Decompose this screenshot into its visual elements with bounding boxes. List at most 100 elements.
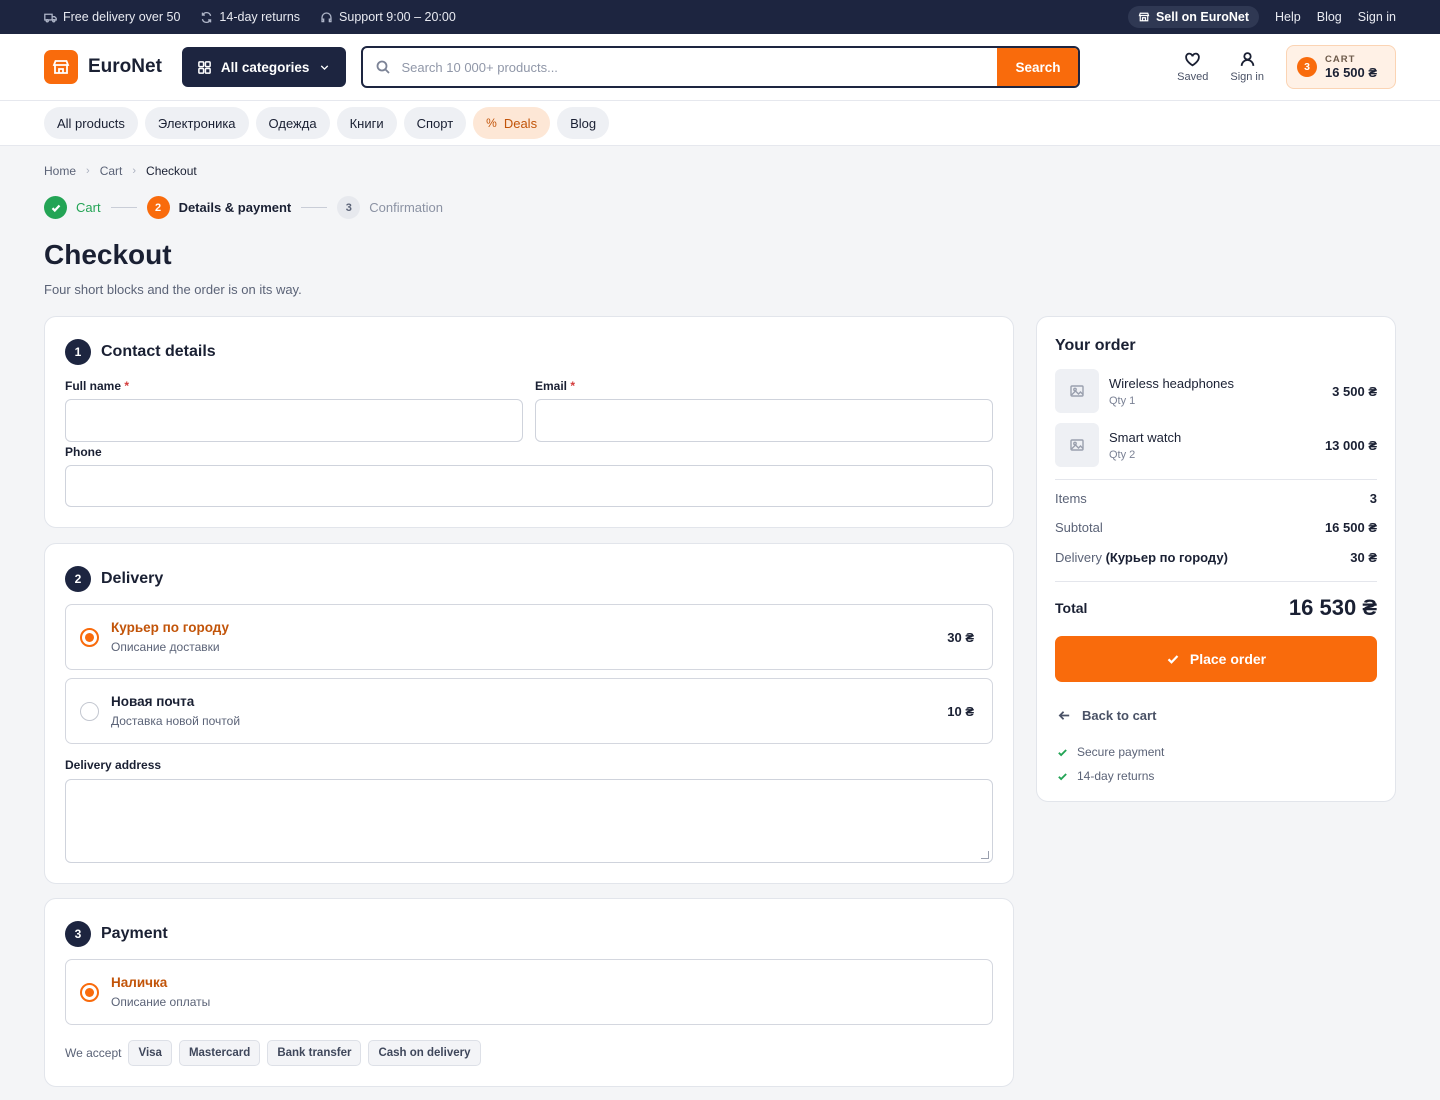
refresh-icon <box>202 11 212 23</box>
all-categories-label: All categories <box>220 59 310 75</box>
item-name: Wireless headphones <box>1109 375 1235 391</box>
delivery-option-desc: Доставка новой почтой <box>111 714 241 728</box>
subtotal-value: 16 500 ₴ <box>1324 520 1377 535</box>
saved-button[interactable]: Saved <box>1177 51 1208 83</box>
radio-selected[interactable] <box>80 982 99 1002</box>
contact-details-card: 1 Contact details Full name * Email * Ph… <box>44 316 1014 528</box>
step-details-label: Details & payment <box>178 200 292 215</box>
item-name: Smart watch <box>1109 429 1182 445</box>
check-icon <box>1058 772 1067 780</box>
nav-electronics[interactable]: Электроника <box>144 107 249 139</box>
delivery-row: Delivery (Курьер по городу) 30 ₴ <box>1055 550 1377 565</box>
subtotal-label: Subtotal <box>1055 520 1103 535</box>
logo-text: EuroNet <box>88 56 162 77</box>
cart-amount: 16 500 ₴ <box>1325 65 1378 80</box>
help-link[interactable]: Help <box>1275 10 1301 24</box>
all-categories-button[interactable]: All categories <box>181 47 347 87</box>
arrow-left-icon <box>1058 711 1070 720</box>
section-number: 2 <box>65 566 91 592</box>
headset-icon <box>321 11 332 22</box>
items-label: Items <box>1055 491 1087 506</box>
delivery-option-price: 30 ₴ <box>947 629 974 645</box>
item-qty: Qty 1 <box>1109 394 1136 407</box>
subtotal-row: Subtotal 16 500 ₴ <box>1055 520 1377 535</box>
step-number: 3 <box>337 196 361 219</box>
section-number: 1 <box>65 339 91 365</box>
search-bar: Search 10 000+ products... Search <box>361 46 1081 88</box>
image-placeholder-icon <box>1055 369 1099 413</box>
step-connector <box>301 207 328 208</box>
sell-label: Sell on EuroNet <box>1155 10 1250 24</box>
nav-blog[interactable]: Blog <box>557 107 610 139</box>
total-value: 16 530 ₴ <box>1288 595 1377 620</box>
delivery-heading: 2 Delivery <box>65 566 993 592</box>
chevron-right-icon: › <box>132 165 137 177</box>
search-placeholder: Search 10 000+ products... <box>401 59 558 75</box>
items-count-row: Items 3 <box>1055 491 1377 506</box>
nav-books[interactable]: Книги <box>336 107 397 139</box>
payment-heading: 3 Payment <box>65 921 993 947</box>
payment-method-badge: Mastercard <box>178 1040 261 1066</box>
email-label: Email * <box>535 379 576 393</box>
order-summary: Your order Wireless headphones Qty 1 3 5… <box>1036 316 1396 802</box>
blog-link[interactable]: Blog <box>1317 10 1342 24</box>
logo[interactable]: EuroNet <box>44 50 162 84</box>
order-summary-title: Your order <box>1055 337 1136 354</box>
full-name-field[interactable] <box>65 399 523 442</box>
section-title: Contact details <box>101 343 216 360</box>
breadcrumb-cart[interactable]: Cart <box>100 164 123 178</box>
truck-icon <box>44 13 57 22</box>
sell-button[interactable]: Sell on EuroNet <box>1127 6 1260 28</box>
delivery-option-nova-poshta[interactable]: Новая почта Доставка новой почтой 10 ₴ <box>65 678 993 744</box>
back-to-cart-link[interactable]: Back to cart <box>1057 708 1156 723</box>
nav-deals[interactable]: % Deals <box>473 107 551 139</box>
section-title: Payment <box>101 925 168 942</box>
email-field[interactable] <box>535 399 993 442</box>
free-delivery-notice: Free delivery over 50 <box>44 10 180 24</box>
support-text: Support 9:00 – 20:00 <box>339 10 456 24</box>
nav-sport[interactable]: Спорт <box>403 107 467 139</box>
accepted-payment-methods: We accept Visa Mastercard Bank transfer … <box>65 1040 481 1066</box>
nav-clothing[interactable]: Одежда <box>255 107 330 139</box>
delivery-option-title: Курьер по городу <box>111 620 230 635</box>
order-line-item: Smart watch Qty 2 13 000 ₴ <box>1055 423 1377 467</box>
delivery-address-label: Delivery address <box>65 758 162 772</box>
step-confirmation-label: Confirmation <box>369 200 443 215</box>
search-icon <box>377 60 391 74</box>
item-price: 13 000 ₴ <box>1324 437 1377 453</box>
delivery-method: (Курьер по городу) <box>1105 550 1228 565</box>
trust-secure-payment: Secure payment <box>1057 745 1164 759</box>
cart-label: CART <box>1325 54 1356 65</box>
divider <box>1055 479 1377 480</box>
check-icon <box>1167 655 1179 664</box>
free-delivery-text: Free delivery over 50 <box>63 10 181 24</box>
returns-notice: 14-day returns <box>200 10 300 24</box>
delivery-address-field[interactable] <box>65 779 993 863</box>
heart-icon <box>1185 52 1201 67</box>
delivery-option-price: 10 ₴ <box>947 703 974 719</box>
step-cart[interactable]: Cart <box>44 196 101 219</box>
phone-field[interactable] <box>65 465 993 507</box>
deals-label: Deals <box>503 115 538 131</box>
header-sign-in-button[interactable]: Sign in <box>1230 51 1264 83</box>
search-input[interactable]: Search 10 000+ products... <box>363 48 997 86</box>
back-to-cart-label: Back to cart <box>1082 708 1157 723</box>
breadcrumb-home[interactable]: Home <box>44 164 76 178</box>
payment-option-cash[interactable]: Наличка Описание оплаты <box>65 959 993 1025</box>
nav-all-products[interactable]: All products <box>44 107 138 139</box>
topbar-sign-in-link[interactable]: Sign in <box>1358 10 1396 24</box>
search-button[interactable]: Search <box>997 48 1079 86</box>
breadcrumb-current: Checkout <box>146 164 197 178</box>
category-nav: All products Электроника Одежда Книги Сп… <box>0 101 1440 146</box>
top-bar: Free delivery over 50 14-day returns Sup… <box>0 0 1440 34</box>
page-title: Checkout <box>44 239 172 270</box>
radio-selected[interactable] <box>80 627 99 647</box>
item-price: 3 500 ₴ <box>1332 383 1377 399</box>
delivery-option-desc: Описание доставки <box>111 640 220 654</box>
divider <box>1055 581 1377 582</box>
chevron-down-icon <box>321 64 329 70</box>
radio-unselected[interactable] <box>80 701 99 721</box>
delivery-option-courier[interactable]: Курьер по городу Описание доставки 30 ₴ <box>65 604 993 670</box>
place-order-button[interactable]: Place order <box>1055 636 1377 682</box>
cart-button[interactable]: 3 CART 16 500 ₴ <box>1286 45 1396 89</box>
